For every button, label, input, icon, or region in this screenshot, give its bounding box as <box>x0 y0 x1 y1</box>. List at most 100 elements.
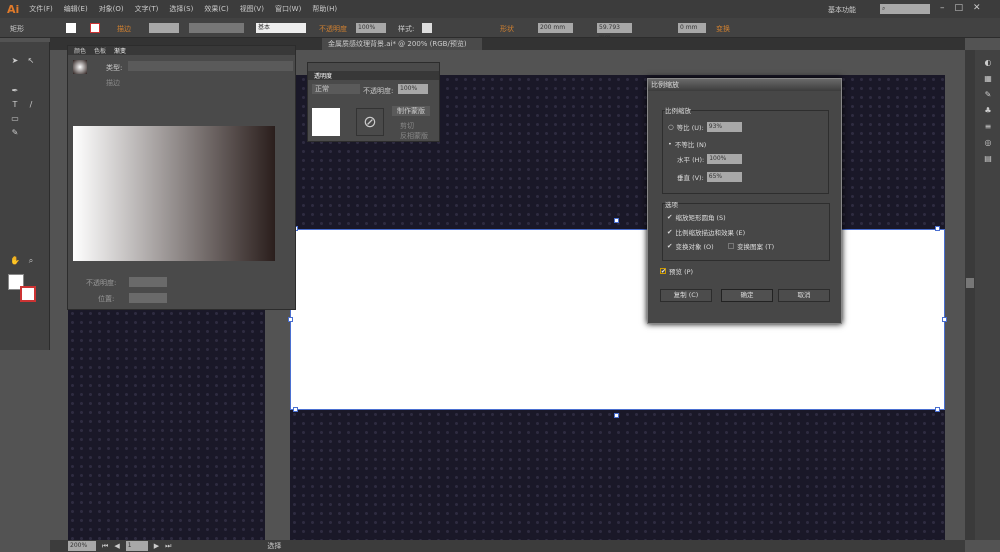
shape-label[interactable]: 形状 <box>500 24 514 34</box>
line-tool-icon[interactable]: / <box>26 100 36 109</box>
corner-radius-input[interactable]: 0 mm <box>678 23 706 33</box>
stroke-weight-input[interactable] <box>149 23 179 33</box>
zoom-input[interactable]: 200% <box>68 541 96 551</box>
scale-corners-checkbox[interactable]: ✔ 缩放矩形圆角 (S) <box>667 212 726 222</box>
menu-window[interactable]: 窗口(W) <box>275 4 301 14</box>
stroke-panel-icon[interactable]: ≡ <box>983 122 993 131</box>
scale-dialog: 比例缩放 比例缩放 ○ 等比 (U): 93% • 不等比 (N) 水平 (H): 10… <box>647 78 842 324</box>
opacity-input[interactable]: 100% <box>356 23 386 33</box>
uniform-input[interactable]: 93% <box>706 122 742 132</box>
transform-label[interactable]: 变换 <box>716 24 730 34</box>
stroke-swatch[interactable] <box>90 23 100 33</box>
brushes-panel-icon[interactable]: ✎ <box>983 90 993 99</box>
paintbrush-tool-icon[interactable]: ✎ <box>10 128 20 137</box>
selected-rectangle[interactable] <box>290 229 945 410</box>
uniform-radio[interactable]: ○ 等比 (U): 93% <box>668 122 742 132</box>
panel-title: 透明度 <box>314 73 333 80</box>
menu-effect[interactable]: 效果(C) <box>204 4 228 14</box>
resize-handle[interactable] <box>614 218 619 223</box>
window-controls[interactable]: –□✕ <box>940 3 991 13</box>
invert-mask-checkbox[interactable]: 反相蒙版 <box>400 131 428 141</box>
cancel-button[interactable]: 取消 <box>778 289 830 302</box>
type-label: 类型: <box>106 64 123 72</box>
next-artboard-icon[interactable]: ▶ <box>154 542 159 550</box>
search-input[interactable]: ⌕ <box>880 4 930 14</box>
gradient-panel-tabs: 颜色 色板 渐变 <box>68 46 295 55</box>
stroke-label[interactable]: 描边 <box>117 24 131 34</box>
ok-button[interactable]: 确定 <box>721 289 773 302</box>
no-mask-icon: ⊘ <box>356 108 384 136</box>
height-input[interactable]: 59.793 mm <box>597 23 632 41</box>
type-select[interactable] <box>128 61 293 71</box>
current-tool-status[interactable]: 选择 <box>267 541 281 551</box>
brush-select[interactable]: 基本 <box>256 23 306 33</box>
app-logo: Ai <box>7 2 20 16</box>
rectangle-tool-icon[interactable]: ▭ <box>10 114 20 123</box>
nonuniform-radio[interactable]: • 不等比 (N) <box>668 139 706 149</box>
resize-handle[interactable] <box>293 407 298 412</box>
resize-handle[interactable] <box>942 317 947 322</box>
status-bar: 200% ⏮ ◀ 1 ▶ ⏭ 选择 <box>50 540 965 552</box>
vertical-input[interactable]: 65% <box>706 172 742 182</box>
swatches-panel-icon[interactable]: ▦ <box>983 74 993 83</box>
menu-file[interactable]: 文件(F) <box>29 4 53 14</box>
menu-select[interactable]: 选择(S) <box>169 4 193 14</box>
copy-button[interactable]: 复制 (C) <box>660 289 712 302</box>
tab-color[interactable]: 颜色 <box>74 46 86 55</box>
prev-artboard-icon[interactable]: ◀ <box>114 542 119 550</box>
clip-checkbox[interactable]: 剪切 <box>400 121 414 131</box>
vertical-scrollbar[interactable] <box>965 50 975 540</box>
workspace-switcher[interactable]: 基本功能 <box>828 5 856 15</box>
menu-view[interactable]: 视图(V) <box>240 4 264 14</box>
fill-swatch[interactable] <box>66 23 76 33</box>
preview-checkbox[interactable]: ✔ 预览 (P) <box>660 266 693 276</box>
appearance-panel-icon[interactable]: ◎ <box>983 138 993 147</box>
scroll-thumb[interactable] <box>966 278 974 288</box>
last-artboard-icon[interactable]: ⏭ <box>165 542 171 551</box>
horizontal-input[interactable]: 100% <box>707 154 743 164</box>
menu-object[interactable]: 对象(O) <box>99 4 124 14</box>
options-group-label: 选项 <box>665 199 678 209</box>
menu-edit[interactable]: 编辑(E) <box>64 4 88 14</box>
tab-swatches[interactable]: 色板 <box>94 46 106 55</box>
opacity-input[interactable] <box>129 277 167 287</box>
resize-handle[interactable] <box>935 407 940 412</box>
artboard-input[interactable]: 1 <box>125 541 148 551</box>
transform-objects-checkbox[interactable]: ✔ 变换对象 (O) <box>667 241 714 251</box>
control-bar: 矩形 描边 基本 不透明度 100% 样式: 形状 200 mm 59.793 … <box>0 18 1000 41</box>
opacity-input[interactable]: 100% <box>398 84 428 94</box>
vertical-field[interactable]: 垂直 (V): 65% <box>677 172 742 182</box>
menu-type[interactable]: 文字(T) <box>135 4 159 14</box>
direct-selection-tool-icon[interactable]: ↖ <box>26 56 36 65</box>
scale-strokes-checkbox[interactable]: ✔ 比例缩放描边和效果 (E) <box>667 227 745 237</box>
transform-patterns-checkbox[interactable]: 变换图案 (T) <box>728 241 774 251</box>
zoom-tool-icon[interactable]: ⌕ <box>26 256 36 265</box>
resize-handle[interactable] <box>288 317 293 322</box>
resize-handle[interactable] <box>935 226 940 231</box>
symbols-panel-icon[interactable]: ♣ <box>983 106 993 115</box>
make-mask-button[interactable]: 制作蒙版 <box>392 106 430 116</box>
type-tool-icon[interactable]: T <box>10 100 20 109</box>
document-tab[interactable]: 金属质感纹理背景.ai* @ 200% (RGB/预览) <box>322 38 482 50</box>
artboard-bottom-pattern <box>290 410 945 540</box>
gradient-preview[interactable] <box>73 126 275 261</box>
variable-width-select[interactable] <box>189 23 244 33</box>
opacity-label[interactable]: 不透明度 <box>319 24 347 34</box>
layers-panel-icon[interactable]: ▤ <box>983 154 993 163</box>
menu-help[interactable]: 帮助(H) <box>312 4 337 14</box>
tab-gradient[interactable]: 渐变 <box>114 46 126 55</box>
resize-handle[interactable] <box>614 413 619 418</box>
color-panel-icon[interactable]: ◐ <box>983 58 993 67</box>
hand-tool-icon[interactable]: ✋ <box>10 256 20 265</box>
pen-tool-icon[interactable]: ✒ <box>10 86 20 95</box>
first-artboard-icon[interactable]: ⏮ <box>102 542 108 551</box>
style-swatch[interactable] <box>422 23 432 33</box>
transparency-panel-header: 透明度 <box>308 71 439 80</box>
stroke-color-icon[interactable] <box>20 286 36 302</box>
width-input[interactable]: 200 mm <box>538 23 573 33</box>
selection-tool-icon[interactable]: ➤ <box>10 56 20 65</box>
location-input[interactable] <box>129 293 167 303</box>
gradient-thumbnail[interactable] <box>73 60 87 74</box>
blend-mode-select[interactable]: 正常 <box>312 84 360 94</box>
horizontal-field[interactable]: 水平 (H): 100% <box>677 154 743 164</box>
